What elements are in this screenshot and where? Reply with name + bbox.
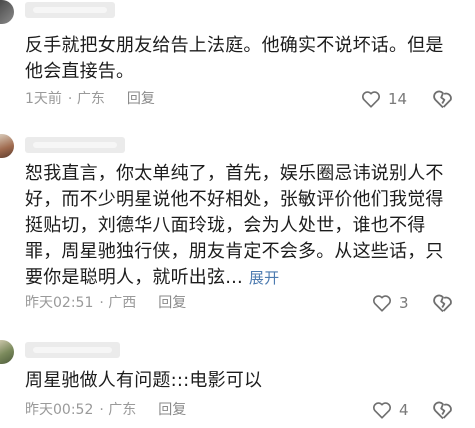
- username-blurred[interactable]: [25, 2, 115, 18]
- username-blurred[interactable]: [25, 137, 125, 153]
- comment-time: 1天前: [25, 91, 62, 107]
- comment-meta: 1天前 · 广东 回复: [25, 89, 155, 109]
- like-count: 14: [388, 90, 408, 108]
- comment-meta: 昨天00:52 · 广东 回复: [25, 400, 186, 420]
- comment-item: 周星驰做人有问题:::电影可以 昨天00:52 · 广东 回复 4: [0, 338, 475, 428]
- comment-meta: 昨天02:51 · 广西 回复: [25, 293, 186, 313]
- avatar[interactable]: [0, 0, 14, 24]
- dislike-button[interactable]: [431, 291, 455, 315]
- comment-text: 反手就把女朋友给告上法庭。他确实不说坏话。但是他会直接告。: [25, 33, 461, 85]
- comment-time: 昨天00:52: [25, 402, 94, 418]
- broken-heart-outline-icon: [433, 294, 452, 313]
- heart-outline-icon: [373, 402, 391, 419]
- broken-heart-outline-icon: [433, 90, 452, 109]
- broken-heart-outline-icon: [433, 401, 452, 420]
- comment-text: 恕我直言，你太单纯了，首先，娱乐圈忌讳说别人不好，而不少明星说他不好相处，张敏评…: [25, 161, 461, 291]
- avatar[interactable]: [0, 134, 14, 158]
- comment-location: · 广东: [99, 402, 137, 418]
- comment-location: · 广西: [99, 295, 137, 311]
- like-button[interactable]: 4: [371, 399, 409, 421]
- expand-link[interactable]: 展开: [249, 269, 279, 287]
- comment-item: 反手就把女朋友给告上法庭。他确实不说坏话。但是他会直接告。 1天前 · 广东 回…: [0, 0, 475, 124]
- comment-body: 恕我直言，你太单纯了，首先，娱乐圈忌讳说别人不好，而不少明星说他不好相处，张敏评…: [25, 163, 444, 288]
- comment-time: 昨天02:51: [25, 295, 94, 311]
- avatar[interactable]: [0, 340, 14, 364]
- like-button[interactable]: 14: [360, 88, 407, 110]
- reply-button[interactable]: 回复: [158, 400, 186, 420]
- dislike-button[interactable]: [431, 87, 455, 111]
- reply-button[interactable]: 回复: [127, 89, 155, 109]
- like-button[interactable]: 3: [371, 292, 409, 314]
- heart-outline-icon: [373, 295, 391, 312]
- dislike-button[interactable]: [431, 398, 455, 422]
- comment-body: 反手就把女朋友给告上法庭。他确实不说坏话。但是他会直接告。: [25, 35, 444, 82]
- heart-outline-icon: [362, 91, 380, 108]
- comment-text: 周星驰做人有问题:::电影可以: [25, 368, 461, 394]
- comment-location: · 广东: [67, 91, 105, 107]
- reply-button[interactable]: 回复: [158, 293, 186, 313]
- comment-body: 周星驰做人有问题:::电影可以: [25, 370, 263, 391]
- username-blurred[interactable]: [25, 342, 120, 358]
- like-count: 4: [399, 401, 409, 419]
- like-count: 3: [399, 294, 409, 312]
